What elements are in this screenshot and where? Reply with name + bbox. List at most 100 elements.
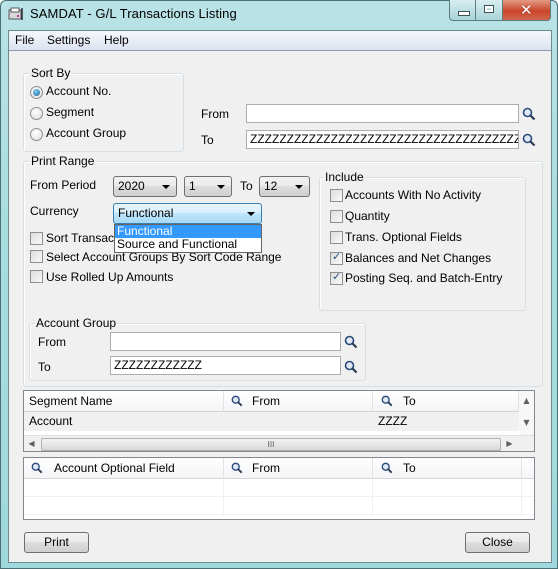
scroll-up-icon[interactable]: ▲ — [519, 393, 534, 408]
chevron-down-icon — [162, 185, 170, 189]
segment-grid: Segment Name From To Account ZZZZ ▲ ▼ ◀ — [23, 390, 535, 452]
maximize-icon — [484, 5, 494, 13]
chevron-down-icon — [295, 185, 303, 189]
to-period-value: 12 — [264, 179, 278, 193]
group-to-input[interactable]: ZZZZZZZZZZZZ — [110, 356, 341, 375]
group-from-input[interactable] — [110, 332, 341, 351]
group-to-finder-icon[interactable] — [344, 360, 358, 374]
window-title: SAMDAT - G/L Transactions Listing — [30, 6, 237, 21]
col-opt-from-label: From — [252, 461, 280, 475]
year-select[interactable]: 2020 — [113, 176, 177, 197]
optional-field-grid: Account Optional Field From To — [23, 457, 535, 520]
maximize-button[interactable] — [475, 0, 503, 21]
accounts-no-activity-checkbox[interactable] — [330, 189, 343, 202]
currency-select[interactable]: Functional — [113, 203, 262, 224]
vertical-scrollbar[interactable]: ▲ ▼ — [519, 391, 534, 436]
group-from-label: From — [38, 335, 66, 349]
use-rolled-up-label: Use Rolled Up Amounts — [46, 270, 174, 284]
sort-account-no-label: Account No. — [46, 84, 112, 98]
sort-account-group-label: Account Group — [46, 126, 127, 140]
minimize-icon — [458, 11, 470, 16]
close-icon: ✕ — [520, 1, 533, 19]
col-segment-name[interactable]: Segment Name — [24, 391, 224, 412]
to-period-label: To — [240, 179, 253, 193]
application-window: SAMDAT - G/L Transactions Listing ✕ File… — [0, 0, 558, 569]
posting-seq-batch-entry-checkbox[interactable] — [330, 270, 343, 285]
minimize-button[interactable] — [449, 0, 476, 21]
account-to-input[interactable]: ZZZZZZZZZZZZZZZZZZZZZZZZZZZZZZZZZZZZZZZZ… — [246, 130, 519, 149]
accounts-no-activity-label: Accounts With No Activity — [345, 188, 482, 202]
chevron-down-icon — [217, 185, 225, 189]
trans-optional-fields-label: Trans. Optional Fields — [345, 230, 462, 244]
search-icon[interactable] — [231, 395, 243, 407]
empty-row[interactable] — [24, 479, 534, 498]
col-to[interactable]: To — [373, 391, 519, 412]
account-to-label: To — [201, 133, 214, 147]
balances-net-changes-checkbox[interactable] — [330, 250, 343, 265]
horizontal-scrollbar[interactable]: ◀ III ▶ — [24, 435, 534, 451]
col-from-label: From — [252, 394, 280, 408]
trans-optional-fields-checkbox[interactable] — [330, 231, 343, 244]
col-account-optional-field[interactable]: Account Optional Field — [24, 458, 224, 479]
table-row[interactable]: Account ZZZZ — [24, 412, 519, 431]
currency-label: Currency — [30, 204, 79, 218]
segment-from-cell[interactable] — [224, 412, 373, 431]
empty-row[interactable] — [24, 497, 534, 516]
quantity-label: Quantity — [345, 209, 390, 223]
include-label: Include — [324, 170, 365, 184]
search-icon[interactable] — [31, 462, 43, 474]
menu-file[interactable]: File — [15, 33, 34, 47]
print-button[interactable]: Print — [24, 532, 89, 553]
segment-to-cell[interactable]: ZZZZ — [373, 412, 519, 431]
sort-by-date-checkbox[interactable] — [30, 232, 43, 245]
close-button[interactable]: Close — [465, 532, 530, 553]
search-icon[interactable] — [381, 395, 393, 407]
col-to-label: To — [403, 394, 416, 408]
scroll-left-icon[interactable]: ◀ — [24, 436, 39, 451]
segment-name-cell: Account — [24, 412, 224, 431]
currency-value: Functional — [118, 206, 174, 220]
sort-segment-radio[interactable] — [30, 107, 43, 120]
year-value: 2020 — [118, 179, 145, 193]
col-filler — [522, 458, 534, 479]
chevron-down-icon — [247, 212, 255, 216]
search-icon[interactable] — [231, 462, 243, 474]
select-groups-by-sort-code-checkbox[interactable] — [30, 250, 43, 263]
client-area: File Settings Help Sort By Account No. S… — [8, 30, 552, 563]
horizontal-scroll-thumb[interactable]: III — [41, 438, 501, 451]
sort-account-no-radio[interactable] — [30, 86, 43, 99]
account-from-input[interactable] — [246, 104, 519, 123]
col-segment-name-label: Segment Name — [29, 394, 113, 408]
print-range-label: Print Range — [30, 154, 96, 168]
group-to-label: To — [38, 360, 51, 374]
scroll-down-icon[interactable]: ▼ — [519, 415, 534, 430]
search-icon[interactable] — [381, 462, 393, 474]
account-to-finder-icon[interactable] — [522, 133, 536, 147]
sort-by-label: Sort By — [30, 66, 72, 80]
use-rolled-up-checkbox[interactable] — [30, 270, 43, 283]
from-period-value: 1 — [189, 179, 196, 193]
menu-settings[interactable]: Settings — [47, 33, 90, 47]
sort-account-group-radio[interactable] — [30, 128, 43, 141]
col-opt-to-label: To — [403, 461, 416, 475]
sort-segment-label: Segment — [46, 105, 95, 119]
quantity-checkbox[interactable] — [330, 210, 343, 223]
from-period-label: From Period — [30, 178, 97, 192]
currency-dropdown-list: Functional Source and Functional — [114, 224, 262, 253]
menu-bar: File Settings Help — [9, 31, 551, 51]
close-window-button[interactable]: ✕ — [502, 0, 551, 21]
account-from-finder-icon[interactable] — [522, 107, 536, 121]
title-bar[interactable]: SAMDAT - G/L Transactions Listing ✕ — [0, 0, 558, 30]
col-opt-from[interactable]: From — [224, 458, 373, 479]
col-from[interactable]: From — [224, 391, 373, 412]
to-period-select[interactable]: 12 — [259, 176, 310, 197]
currency-option-source-functional[interactable]: Source and Functional — [115, 238, 261, 251]
from-period-select[interactable]: 1 — [184, 176, 232, 197]
balances-net-changes-label: Balances and Net Changes — [345, 251, 492, 265]
scroll-right-icon[interactable]: ▶ — [502, 436, 517, 451]
account-from-label: From — [201, 107, 229, 121]
menu-help[interactable]: Help — [104, 33, 129, 47]
col-opt-to[interactable]: To — [373, 458, 522, 479]
col-account-optional-field-label: Account Optional Field — [54, 461, 175, 475]
group-from-finder-icon[interactable] — [344, 335, 358, 349]
